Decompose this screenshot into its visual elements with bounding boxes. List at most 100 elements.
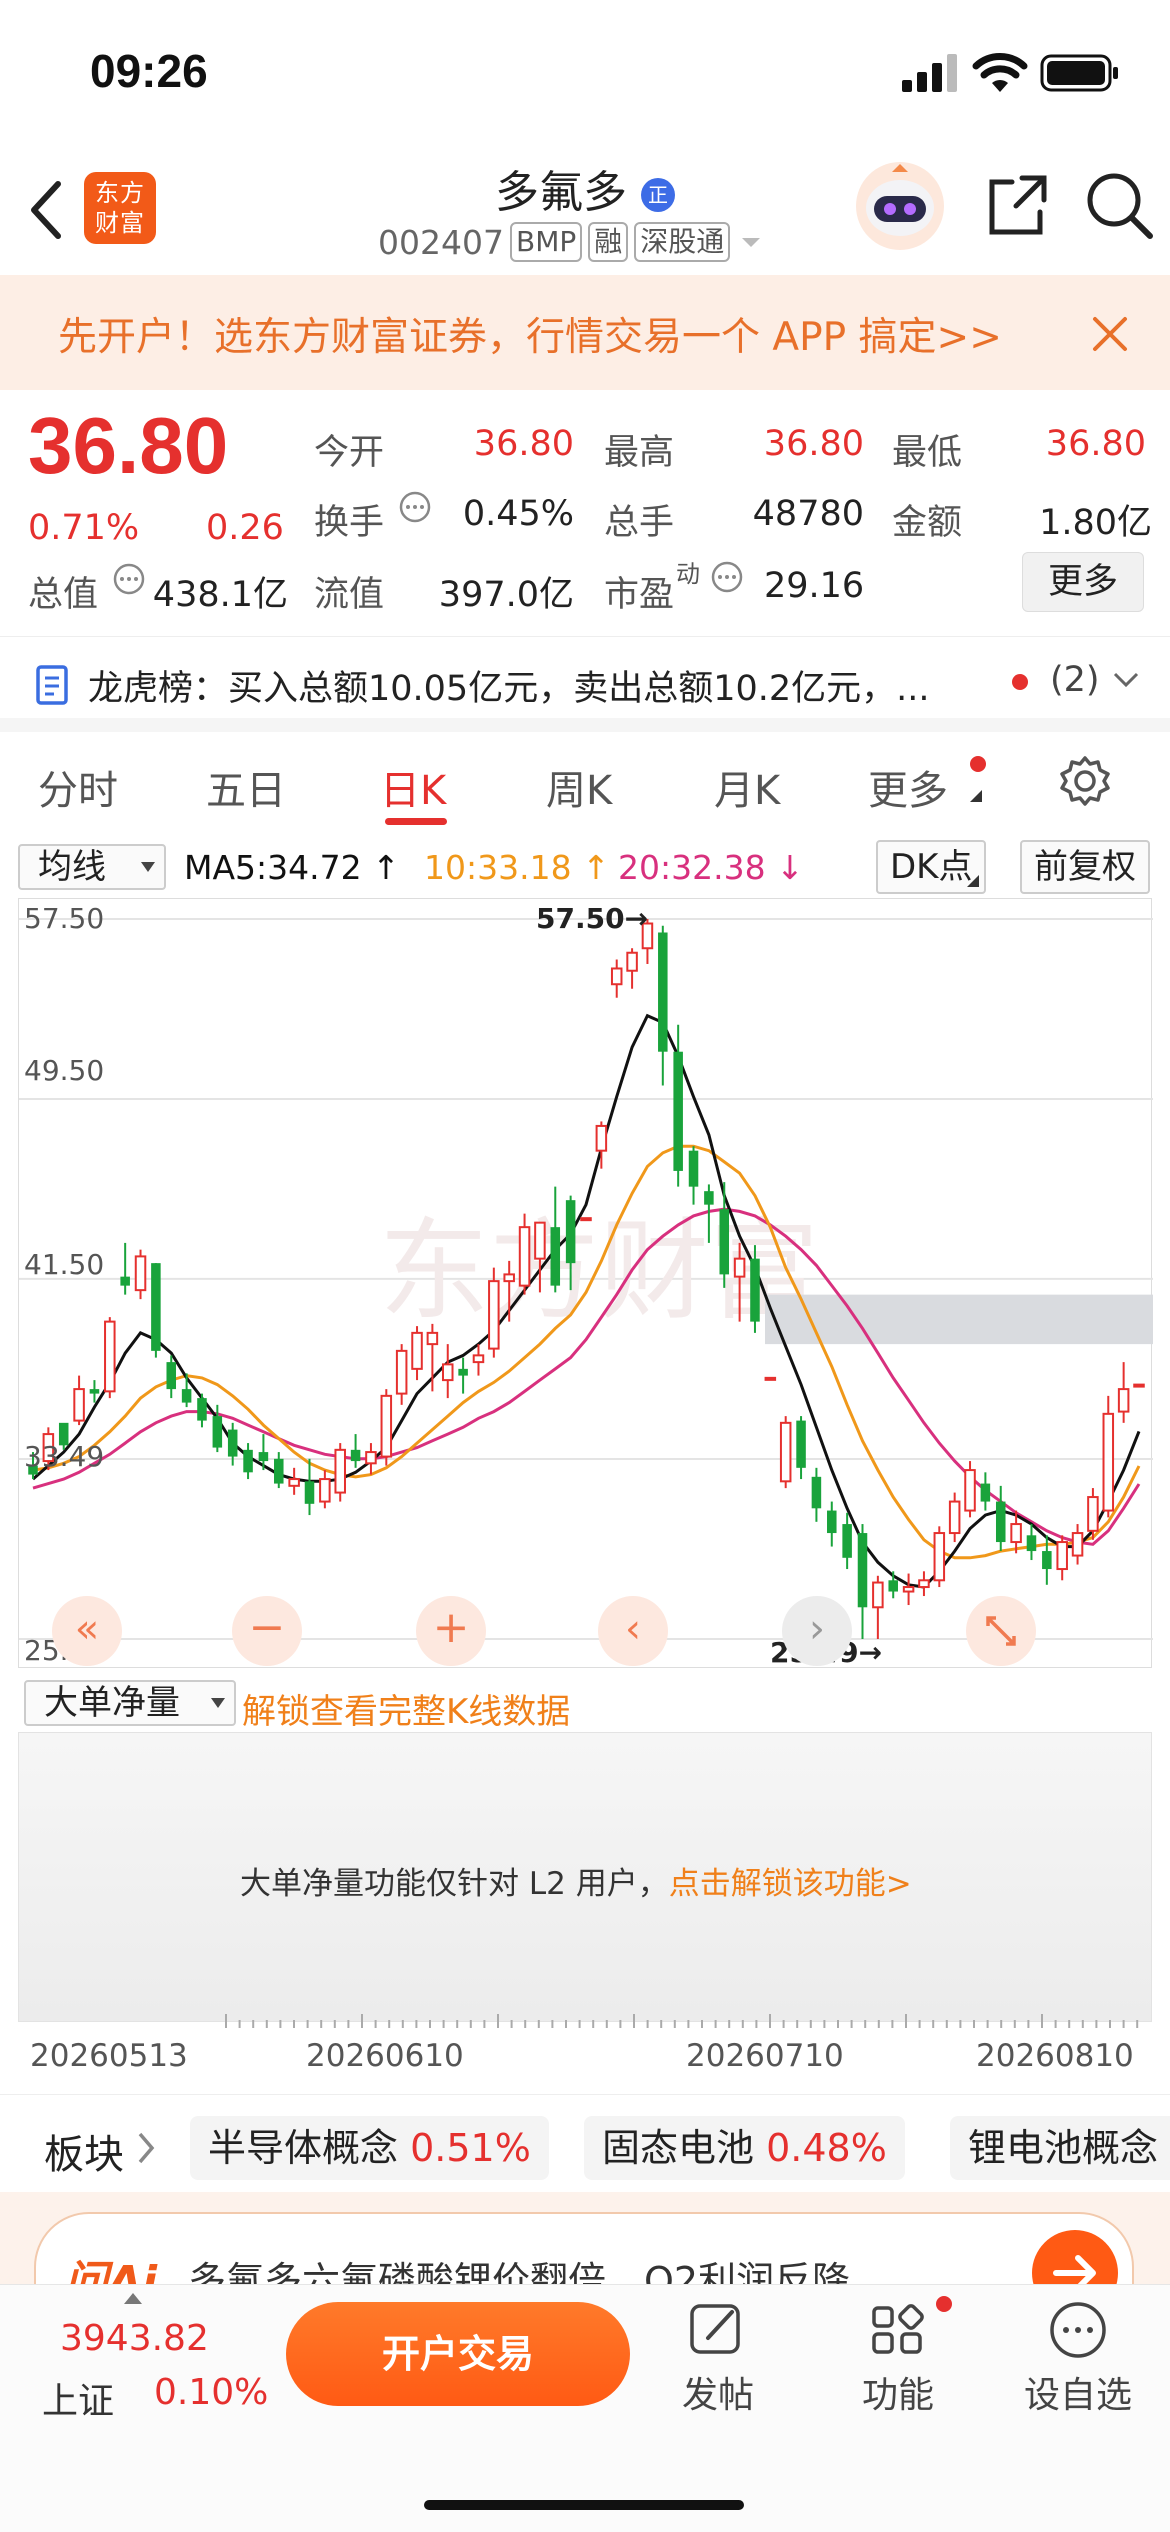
caret-icon (970, 790, 982, 802)
zoom-in-button[interactable]: + (416, 1596, 486, 1666)
dk-point-select[interactable]: DK点 (876, 840, 987, 894)
tab-underline (385, 818, 447, 825)
chevron-right-icon[interactable] (136, 2130, 158, 2166)
candle-body (89, 1389, 100, 1394)
document-icon (36, 665, 68, 705)
chevron-down-icon[interactable] (1112, 670, 1140, 690)
price-zone-band (765, 1294, 1153, 1345)
info-icon[interactable] (398, 490, 432, 524)
tab-daily-k[interactable]: 日K (380, 758, 446, 816)
stock-code-row[interactable]: 002407 BMP 融 深股通 (378, 222, 766, 262)
more-quote-button[interactable]: 更多 (1022, 552, 1144, 612)
chevron-down-icon (742, 238, 761, 247)
candle-body (274, 1458, 284, 1484)
info-icon[interactable] (112, 562, 146, 596)
kline-chart[interactable]: 东方财富 (18, 898, 1153, 1669)
candle-body (842, 1524, 852, 1558)
unlock-kline-link[interactable]: 解锁查看完整K线数据 (242, 1684, 570, 1733)
open-account-trade-button[interactable]: 开户交易 (286, 2302, 630, 2406)
float-value: 397.0亿 (438, 575, 574, 615)
candle-body (1071, 1532, 1084, 1557)
indicator-select[interactable]: 大单净量 (24, 1680, 236, 1726)
candle-body (888, 1580, 898, 1592)
candle-body (1087, 1496, 1099, 1532)
tab-monthly-k[interactable]: 月K (714, 758, 780, 816)
index-value[interactable]: 3943.82 (60, 2318, 209, 2359)
tab-intraday[interactable]: 分时 (38, 758, 118, 816)
candle-body (948, 1500, 961, 1535)
candle-body (181, 1389, 192, 1403)
tab-five-day[interactable]: 五日 (206, 758, 286, 816)
battery-icon (1040, 54, 1118, 92)
low-value: 36.80 (1045, 424, 1146, 464)
candle-body (565, 1200, 576, 1264)
open-label: 今开 (314, 433, 385, 473)
candle-body (626, 951, 638, 972)
chevron-down-icon (141, 862, 155, 872)
rewind-button[interactable]: « (52, 1596, 122, 1666)
candle-body (1010, 1523, 1022, 1544)
post-icon[interactable] (658, 2300, 778, 2360)
gear-icon[interactable] (1058, 754, 1112, 808)
candle-body (227, 1429, 238, 1457)
title-badge: 正 (641, 178, 675, 212)
sector-chip[interactable]: 半导体概念 0.51% (190, 2116, 549, 2180)
candle-body (550, 1227, 561, 1286)
candle-body (503, 1273, 515, 1283)
candle-body (704, 1191, 714, 1205)
ma20-readout: 20:32.38 ↓ (618, 848, 804, 887)
lhb-text[interactable]: 龙虎榜：买入总额10.05亿元，卖出总额10.2亿元，... (88, 660, 930, 711)
unlock-l2-link[interactable]: 点击解锁该功能> (669, 1866, 912, 1902)
l2-notice: 大单净量功能仅针对 L2 用户，点击解锁该功能> (240, 1866, 912, 1902)
x-date-label: 20260710 (686, 2038, 844, 2074)
post-label[interactable]: 发帖 (658, 2366, 778, 2418)
scroll-left-button[interactable]: ‹ (598, 1596, 668, 1666)
candle-body (197, 1398, 207, 1421)
turnover-value: 0.45% (462, 494, 574, 534)
fullscreen-button[interactable] (966, 1596, 1036, 1666)
index-pct[interactable]: 0.10% (154, 2372, 268, 2413)
stock-title[interactable]: 多氟多 正 (0, 156, 1170, 220)
adjust-select[interactable]: 前复权 (1020, 840, 1150, 894)
chevron-down-icon (211, 1698, 225, 1708)
tab-weekly-k[interactable]: 周K (546, 758, 612, 816)
candle-body (1056, 1541, 1068, 1571)
tag-sz-connect: 深股通 (634, 222, 731, 262)
tab-more[interactable]: 更多 (868, 758, 948, 816)
candle-body (750, 1258, 760, 1322)
mktcap-label: 总值 (28, 575, 99, 615)
volume-label: 总手 (604, 503, 675, 543)
zoom-out-button[interactable]: − (232, 1596, 302, 1666)
ma10-readout: 10:33.18 ↑ (424, 848, 610, 887)
sector-label[interactable]: 板块 (44, 2122, 124, 2180)
pe-sup: 动 (676, 560, 700, 588)
candle-body (120, 1276, 130, 1286)
add-watchlist-icon[interactable] (1018, 2300, 1138, 2360)
watchlist-label[interactable]: 设自选 (1018, 2366, 1138, 2418)
candle-body (595, 1124, 608, 1152)
sector-chip[interactable]: 固态电池 0.48% (584, 2116, 905, 2180)
sector-chip[interactable]: 锂电池概念 (950, 2116, 1170, 2180)
functions-label[interactable]: 功能 (838, 2366, 958, 2418)
ma-select[interactable]: 均线 (18, 844, 166, 890)
kline-svg[interactable]: 东方财富 (19, 899, 1153, 1669)
candle-body (980, 1483, 991, 1502)
unread-dot (970, 756, 986, 772)
scroll-right-button[interactable]: › (782, 1596, 852, 1666)
candle-body (1117, 1388, 1130, 1413)
candle-body (764, 1376, 777, 1381)
y-tick-label: 33.49 (24, 1440, 105, 1473)
close-icon[interactable] (1090, 314, 1130, 354)
candle-body (212, 1416, 223, 1448)
unread-dot (936, 2296, 952, 2312)
candle-body (243, 1449, 253, 1473)
candle-body (518, 1226, 531, 1287)
open-value: 36.80 (473, 424, 574, 464)
stock-code: 002407 (378, 222, 504, 262)
candle-body (902, 1586, 915, 1593)
info-icon[interactable] (710, 560, 744, 594)
index-name[interactable]: 上证 (42, 2372, 114, 2424)
promo-banner-text[interactable]: 先开户！选东方财富证券，行情交易一个 APP 搞定>> (58, 306, 1002, 362)
change-value: 0.26 (206, 508, 284, 548)
candle-body (964, 1469, 976, 1512)
